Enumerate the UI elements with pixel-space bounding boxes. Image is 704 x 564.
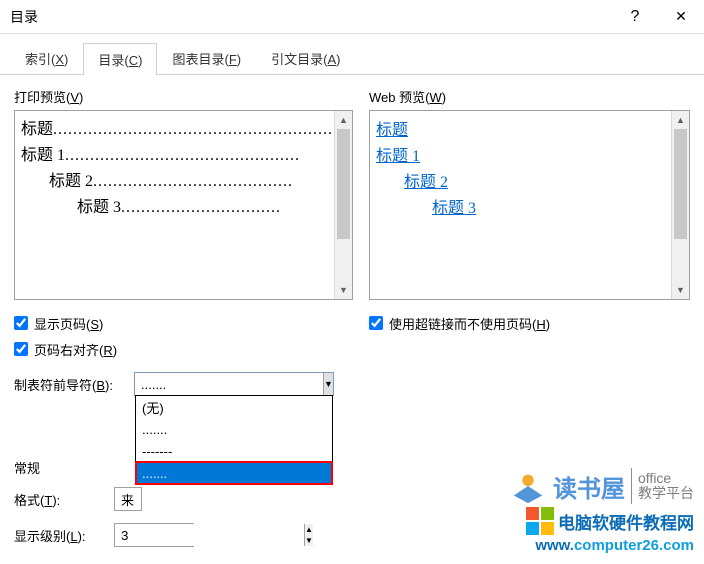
checkbox-icon[interactable] [14, 342, 28, 356]
scrollbar[interactable]: ▲ ▼ [671, 111, 689, 299]
format-input[interactable] [115, 488, 303, 510]
dialog-title: 目录 [10, 7, 612, 27]
scroll-down-icon[interactable]: ▼ [672, 281, 689, 299]
right-align-checkbox[interactable]: 页码右对齐(R) [14, 336, 353, 362]
chevron-down-icon[interactable]: ▼ [323, 373, 333, 395]
format-label: 格式(T): [14, 490, 114, 509]
leader-option-none[interactable]: (无) [136, 396, 332, 418]
scroll-up-icon[interactable]: ▲ [672, 111, 689, 129]
leader-label: 制表符前导符(B): [14, 375, 134, 394]
use-hyperlinks-checkbox[interactable]: 使用超链接而不使用页码(H) [369, 310, 690, 336]
scroll-thumb[interactable] [337, 129, 350, 239]
tab-toc[interactable]: 目录(C) [83, 43, 157, 75]
scroll-up-icon[interactable]: ▲ [335, 111, 352, 129]
toc-line: 标题......................................… [21, 115, 346, 141]
tab-authorities[interactable]: 引文目录(A) [256, 42, 355, 74]
help-button[interactable]: ? [612, 0, 658, 34]
spinner-up-icon[interactable]: ▲ [305, 524, 313, 535]
web-toc-link[interactable]: 标题 3 [376, 193, 683, 219]
toc-line: 标题 2....................................… [21, 167, 346, 193]
tab-strip: 索引(X) 目录(C) 图表目录(F) 引文目录(A) [0, 34, 704, 75]
levels-label: 显示级别(L): [14, 526, 114, 545]
web-toc-link[interactable]: 标题 2 [376, 167, 683, 193]
web-toc-link[interactable]: 标题 [376, 115, 683, 141]
tab-index[interactable]: 索引(X) [10, 42, 83, 74]
scroll-thumb[interactable] [674, 129, 687, 239]
leader-option-dots[interactable]: ....... [136, 418, 332, 440]
leader-combo[interactable]: ▼ (无) ....... ------- ....... [134, 372, 334, 396]
leader-dropdown: (无) ....... ------- ....... [135, 395, 333, 485]
close-button[interactable]: ✕ [658, 0, 704, 34]
show-pages-checkbox[interactable]: 显示页码(S) [14, 310, 353, 336]
web-toc-link[interactable]: 标题 1 [376, 141, 683, 167]
levels-spinner[interactable]: ▲ ▼ [114, 523, 194, 547]
print-preview-box: 标题......................................… [14, 110, 353, 300]
toc-line: 标题 3................................5 [21, 193, 346, 219]
tab-figures[interactable]: 图表目录(F) [157, 42, 256, 74]
web-preview-label: Web 预览(W) [369, 87, 690, 106]
checkbox-icon[interactable] [369, 316, 383, 330]
format-combo[interactable] [114, 487, 142, 511]
toc-line: 标题 1....................................… [21, 141, 346, 167]
checkbox-icon[interactable] [14, 316, 28, 330]
levels-input[interactable] [115, 524, 304, 546]
scrollbar[interactable]: ▲ ▼ [334, 111, 352, 299]
leader-option-dots-selected[interactable]: ....... [136, 462, 332, 484]
web-preview-box: 标题 标题 1 标题 2 标题 3 ▲ ▼ [369, 110, 690, 300]
print-preview-label: 打印预览(V) [14, 87, 353, 106]
scroll-down-icon[interactable]: ▼ [335, 281, 352, 299]
spinner-down-icon[interactable]: ▼ [305, 535, 313, 546]
leader-option-dashes[interactable]: ------- [136, 440, 332, 462]
leader-input[interactable] [135, 373, 323, 395]
